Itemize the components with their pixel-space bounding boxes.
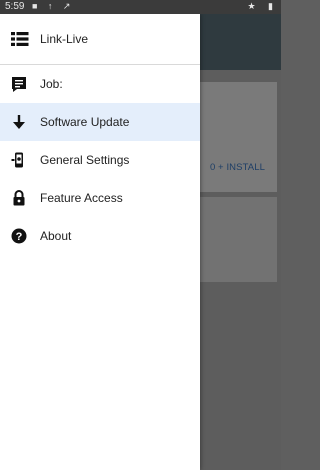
drawer-item-label: Link-Live	[40, 32, 89, 46]
status-time: 5:59	[5, 1, 25, 12]
arrow-down-icon	[11, 114, 27, 130]
drawer-item-feature-access[interactable]: Feature Access	[0, 179, 200, 217]
drawer-item-software-update[interactable]: Software Update	[0, 103, 200, 141]
notification-icons: ■ ↑ ↗	[32, 1, 75, 11]
drawer-item-about[interactable]: ? About	[0, 217, 200, 255]
download-install-button[interactable]: 0 + INSTALL	[199, 162, 277, 173]
drawer-item-label: Job:	[40, 77, 63, 91]
svg-text:?: ?	[16, 231, 23, 243]
drawer-header: Link-Live	[0, 14, 200, 65]
system-icons: ★ ▮	[247, 1, 278, 11]
navigation-drawer: Link-Live Job: Software Update General S…	[0, 14, 200, 470]
drawer-item-job[interactable]: Job:	[0, 65, 200, 103]
drawer-item-label: Feature Access	[40, 191, 123, 205]
background-card	[199, 197, 277, 282]
drawer-item-label: General Settings	[40, 153, 130, 167]
status-bar: 5:59 ■ ↑ ↗ ★ ▮	[0, 0, 281, 14]
background-update-card	[199, 82, 277, 192]
drawer-item-label: Software Update	[40, 115, 130, 129]
lock-icon	[11, 190, 27, 206]
device-settings-icon	[11, 152, 27, 168]
drawer-item-label: About	[40, 229, 72, 243]
list-icon	[11, 31, 29, 47]
drawer-item-link-live[interactable]: Link-Live	[0, 27, 200, 51]
help-circle-icon: ?	[11, 228, 27, 244]
drawer-item-general-settings[interactable]: General Settings	[0, 141, 200, 179]
clipboard-icon	[11, 76, 27, 92]
